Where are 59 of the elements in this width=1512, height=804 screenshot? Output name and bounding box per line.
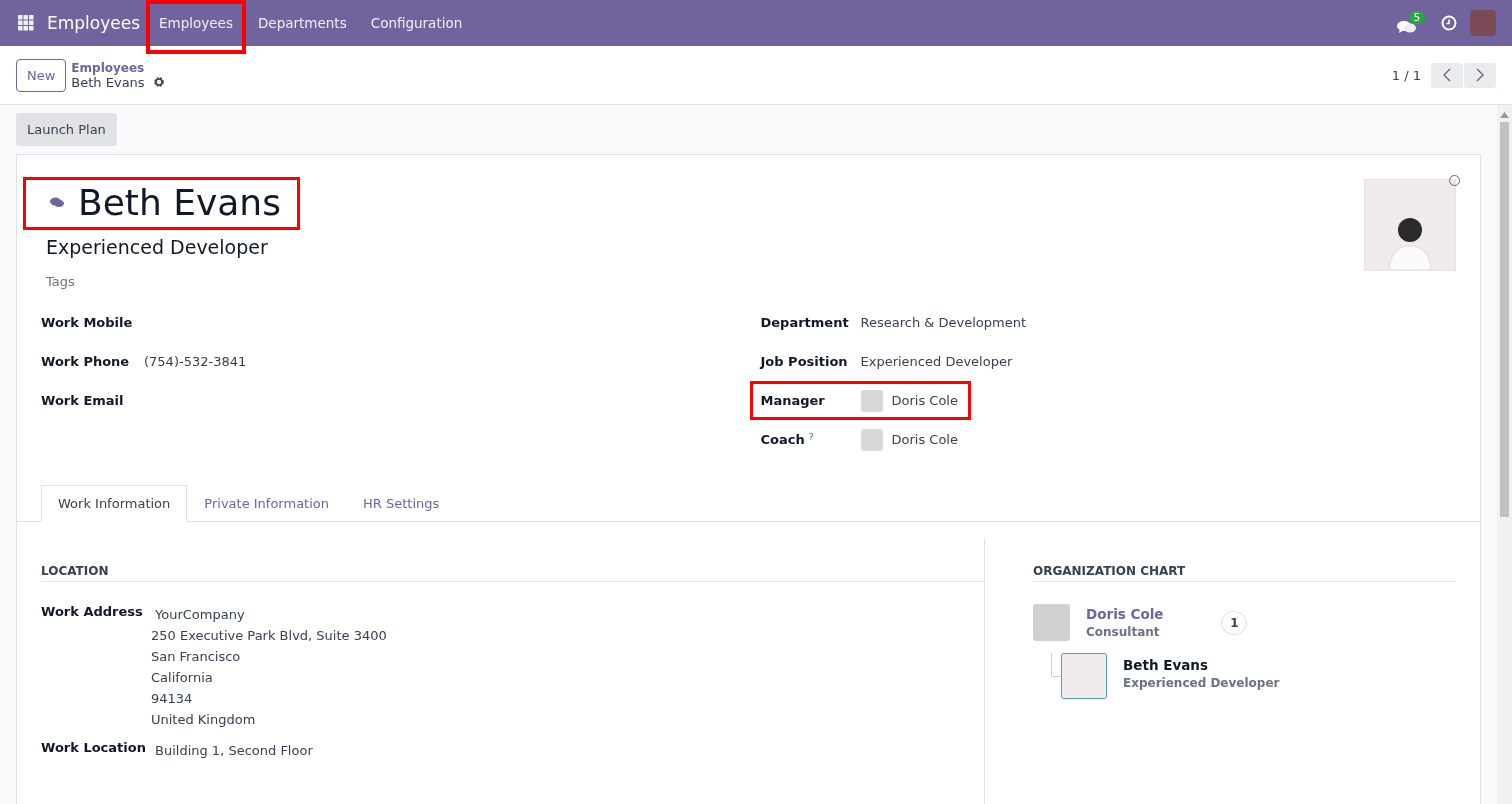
- field-label: Coach: [760, 432, 805, 447]
- breadcrumb-current: Beth Evans: [71, 74, 145, 90]
- user-avatar[interactable]: [1470, 10, 1496, 36]
- field-label: Work Phone: [41, 354, 131, 369]
- clock-icon[interactable]: [1441, 15, 1457, 31]
- employee-photo-placeholder[interactable]: [1364, 179, 1456, 271]
- message-count-badge: 5: [1408, 11, 1425, 24]
- next-button[interactable]: [1464, 62, 1496, 88]
- menu-item[interactable]: Configuration: [358, 0, 475, 46]
- manager-name-link[interactable]: Doris Cole: [1086, 606, 1164, 622]
- breadcrumb-link[interactable]: Employees: [71, 60, 165, 75]
- field-label: Job Position: [760, 354, 848, 369]
- field-label: Work Address: [41, 604, 144, 621]
- job-title: Experienced Developer: [1123, 676, 1280, 690]
- section-heading: LOCATION: [41, 564, 984, 582]
- tab[interactable]: HR Settings: [346, 485, 457, 522]
- employee-name-field[interactable]: Beth Evans: [23, 177, 300, 230]
- avatar-placeholder: [860, 428, 883, 451]
- address-line: 94134: [151, 690, 194, 708]
- job-title-field[interactable]: Experienced Developer: [46, 236, 1364, 258]
- avatar-placeholder: [860, 389, 883, 412]
- field-label: Work Email: [41, 393, 125, 408]
- menu-item[interactable]: Departments: [245, 0, 359, 46]
- field-label: Department: [760, 315, 849, 330]
- pager-value[interactable]: 1 / 1: [1391, 67, 1421, 83]
- apps-grid-icon[interactable]: [18, 15, 34, 31]
- previous-button[interactable]: [1431, 62, 1463, 88]
- settings-icon[interactable]: [152, 76, 165, 88]
- employee-name: Beth Evans: [1123, 657, 1209, 673]
- address-line: YourCompany: [155, 606, 246, 624]
- launch-plan-button[interactable]: Launch Plan: [16, 113, 117, 146]
- field-value[interactable]: Doris Cole: [891, 432, 958, 447]
- address-line: California: [151, 669, 214, 687]
- field-value[interactable]: Experienced Developer: [860, 354, 1013, 369]
- address-line: San Francisco: [151, 648, 242, 666]
- field-value[interactable]: (754)-532-3841: [144, 354, 247, 369]
- field-label: Work Location: [41, 740, 147, 757]
- help-tooltip[interactable]: ?: [808, 432, 814, 442]
- address-line: United Kingdom: [151, 711, 257, 729]
- chat-icon: [1396, 19, 1417, 35]
- address-line: Building 1, Second Floor: [155, 742, 313, 760]
- field-label: Manager: [760, 393, 825, 408]
- new-button[interactable]: New: [16, 58, 67, 92]
- employee-photo-placeholder: [1061, 653, 1107, 699]
- address-line: 250 Executive Park Blvd, Suite 3400: [151, 627, 387, 645]
- chevron-left-icon: [1443, 68, 1451, 82]
- section-heading: ORGANIZATION CHART: [1033, 564, 1456, 582]
- app-name[interactable]: Employees: [47, 13, 141, 33]
- tab[interactable]: Private Information: [187, 485, 347, 522]
- tab[interactable]: Work Information: [41, 485, 188, 522]
- field-value[interactable]: Doris Cole: [891, 393, 958, 408]
- menu-item[interactable]: Employees: [146, 0, 246, 54]
- scroll-up-arrow-icon: [1500, 112, 1509, 118]
- job-title: Consultant: [1086, 625, 1161, 639]
- chevron-right-icon: [1476, 68, 1484, 82]
- connector-line: [1051, 653, 1061, 677]
- field-label: Work Mobile: [41, 315, 134, 330]
- chat-bubbles-icon: [50, 197, 64, 208]
- field-value[interactable]: Research & Development: [860, 315, 1027, 330]
